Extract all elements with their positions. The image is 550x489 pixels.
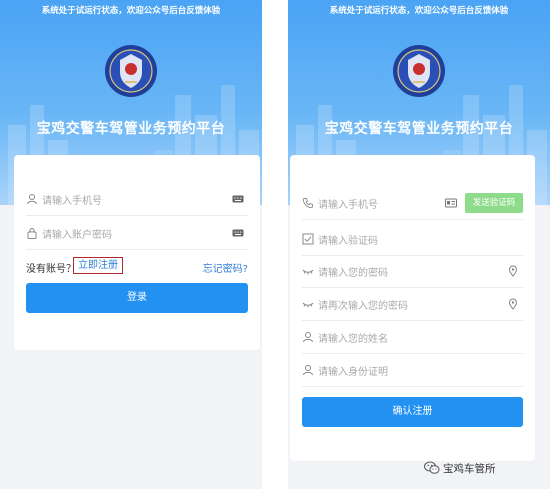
name-field[interactable]: 请输入您的姓名 <box>302 321 523 354</box>
police-emblem-icon <box>105 45 157 97</box>
confirm-register-button[interactable]: 确认注册 <box>302 397 523 427</box>
lock-icon <box>27 228 37 239</box>
user-icon <box>303 365 313 376</box>
phone-input[interactable]: 请输入手机号 <box>318 196 378 211</box>
code-field[interactable]: 请输入验证码 <box>302 223 523 256</box>
login-panel: 系统处于试运行状态，欢迎公众号后台反馈体验 宝鸡交警车驾管业务预约平台 请输入手… <box>0 0 262 489</box>
password-field[interactable]: 请输入您的密码 <box>302 255 523 288</box>
register-link[interactable]: 立即注册 <box>73 257 123 274</box>
eye-closed-icon <box>302 302 314 308</box>
phone-input[interactable]: 请输入手机号 <box>42 192 102 207</box>
login-form: 请输入手机号 请输入账户密码 没有账号？ 立即注册 忘记密码? 登录 <box>14 155 260 350</box>
keyboard-icon[interactable] <box>232 227 244 239</box>
phone-field[interactable]: 请输入手机号 发送验证码 <box>302 187 523 220</box>
trial-notice: 系统处于试运行状态，欢迎公众号后台反馈体验 <box>329 6 509 16</box>
password-confirm-input[interactable]: 请再次输入您的密码 <box>318 297 408 312</box>
phone-icon <box>302 198 313 209</box>
id-card-icon[interactable] <box>445 197 457 209</box>
wechat-icon <box>424 461 440 474</box>
register-panel: 系统处于试运行状态，欢迎公众号后台反馈体验 宝鸡交警车驾管业务预约平台 请输入手… <box>288 0 550 489</box>
name-input[interactable]: 请输入您的姓名 <box>318 330 388 345</box>
location-pin-icon[interactable] <box>507 265 519 277</box>
keyboard-icon[interactable] <box>232 193 244 205</box>
account-links: 没有账号？ 立即注册 忘记密码? <box>26 257 248 277</box>
user-icon <box>27 194 37 205</box>
id-input[interactable]: 请输入身份证明 <box>318 363 388 378</box>
user-icon <box>303 332 313 343</box>
platform-title: 宝鸡交警车驾管业务预约平台 <box>36 121 226 137</box>
password-input[interactable]: 请输入您的密码 <box>318 264 388 279</box>
platform-title: 宝鸡交警车驾管业务预约平台 <box>324 121 514 137</box>
send-code-button[interactable]: 发送验证码 <box>465 193 523 213</box>
checkbox-icon <box>302 233 314 245</box>
no-account-label: 没有账号？ <box>26 264 76 275</box>
phone-field[interactable]: 请输入手机号 <box>26 183 248 216</box>
id-field[interactable]: 请输入身份证明 <box>302 354 523 387</box>
forgot-password-link[interactable]: 忘记密码? <box>203 260 248 275</box>
register-form: 请输入手机号 发送验证码 请输入验证码 请输入您的密码 请再次输入您的密码 请输… <box>290 155 535 461</box>
trial-notice: 系统处于试运行状态，欢迎公众号后台反馈体验 <box>41 6 221 16</box>
code-input[interactable]: 请输入验证码 <box>318 232 378 247</box>
password-confirm-field[interactable]: 请再次输入您的密码 <box>302 288 523 321</box>
location-pin-icon[interactable] <box>507 298 519 310</box>
login-button[interactable]: 登录 <box>26 283 248 313</box>
police-emblem-icon <box>393 45 445 97</box>
password-input[interactable]: 请输入账户密码 <box>42 226 112 241</box>
eye-closed-icon <box>302 269 314 275</box>
password-field[interactable]: 请输入账户密码 <box>26 217 248 250</box>
watermark-text: 宝鸡车管所 <box>443 463 496 475</box>
